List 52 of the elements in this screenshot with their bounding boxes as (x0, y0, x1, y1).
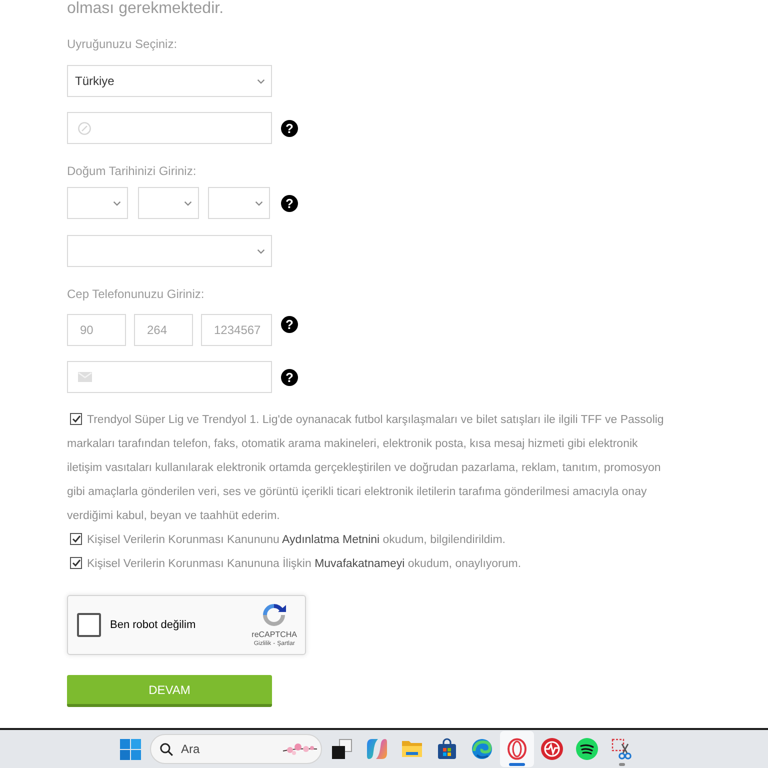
help-button[interactable]: ? (281, 368, 298, 386)
phone-input[interactable]: 1234567 (201, 314, 272, 346)
colorful-swirl-icon (366, 738, 388, 760)
check-icon (72, 414, 80, 423)
blossom-branch-icon (282, 742, 318, 756)
text-input[interactable] (67, 112, 272, 144)
squares-icon (331, 738, 353, 760)
shopping-bag-icon (436, 738, 458, 760)
chevron-down-icon (113, 200, 121, 206)
scissors-icon (611, 738, 633, 760)
envelope-icon (78, 372, 92, 382)
slashed-circle-icon (78, 122, 91, 134)
curved-lines-disc-icon (576, 738, 598, 760)
folder-icon (401, 738, 423, 760)
search-icon (160, 742, 173, 756)
indicator-bar (509, 763, 525, 766)
dropdown-value: Türkiye (75, 73, 114, 90)
field-label: Uyruğunuzu Seçiniz: (67, 36, 178, 52)
check-icon (72, 534, 80, 543)
help-button[interactable]: ? (281, 120, 298, 136)
checkbox[interactable] (70, 556, 82, 569)
consent-checkbox[interactable]: Kişisel Verilerin Korunması Kanununa İlişkin Muvafakatnameyi okudum, onaylıyorum. (67, 552, 675, 576)
help-button[interactable]: ? (281, 316, 298, 333)
check-icon (72, 558, 80, 567)
circular-arrows-icon (261, 602, 288, 628)
checkbox[interactable] (70, 532, 82, 545)
email-input[interactable] (67, 361, 272, 393)
chevron-down-icon (257, 248, 265, 254)
captcha-brand: reCAPTCHA (252, 630, 297, 640)
captcha-checkbox[interactable] (77, 613, 101, 637)
chevron-down-icon (184, 200, 192, 206)
swirl-globe-icon (471, 738, 493, 760)
captcha-label: Ben robot değilim (110, 618, 196, 633)
grid-icon (120, 738, 140, 760)
chevron-down-icon (255, 200, 263, 206)
pulse-circle-icon (541, 738, 563, 760)
ring-icon (506, 738, 528, 760)
link[interactable]: Aydınlatma Metnini (282, 534, 380, 546)
search-input[interactable]: Ara (181, 737, 281, 761)
indicator-bar (619, 763, 625, 766)
phone-input[interactable]: 264 (134, 314, 193, 346)
phone-input[interactable]: 90 (67, 314, 126, 346)
field-label: Cep Telefonunuzu Giriniz: (67, 286, 204, 302)
consent-checkbox[interactable]: Kişisel Verilerin Korunması Kanununu Aydınlatma Metnini okudum, bilgilendirildim. (67, 528, 675, 552)
chevron-down-icon (257, 78, 265, 84)
nationality-dropdown[interactable]: Türkiye (67, 65, 272, 97)
help-button[interactable]: ? (281, 194, 298, 212)
checkbox[interactable] (70, 412, 82, 425)
link[interactable]: Muvafakatnameyi (314, 558, 405, 570)
search-bar[interactable]: Ara (150, 734, 322, 764)
intro-text: olması gerekmektedir. (67, 0, 224, 18)
field-label: Doğum Tarihinizi Giriniz: (67, 163, 196, 179)
